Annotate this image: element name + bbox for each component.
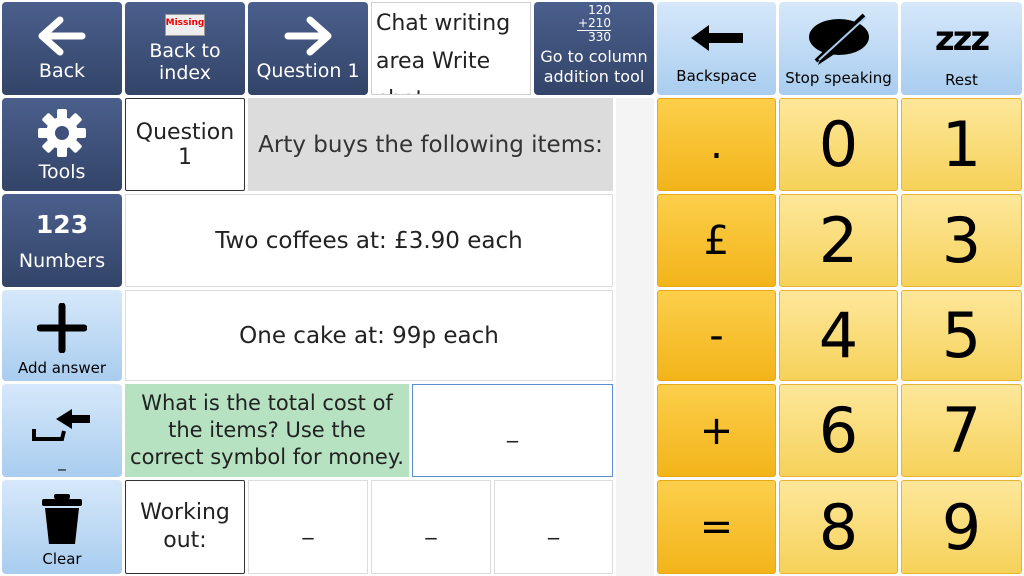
key-digit-6-label: 6 xyxy=(818,394,859,467)
key-equals[interactable]: = xyxy=(657,480,776,574)
key-digit-3-label: 3 xyxy=(941,204,982,277)
column-addition-tool-button[interactable]: 120 +210 330 Go to column addition tool xyxy=(534,2,654,95)
tools-button[interactable]: Tools xyxy=(2,98,122,191)
key-digit-2-label: 2 xyxy=(818,204,859,277)
add-answer-button[interactable]: Add answer xyxy=(2,290,122,381)
gear-icon xyxy=(38,108,86,157)
content-gutter xyxy=(616,98,654,576)
key-minus-label: - xyxy=(709,312,724,359)
working-cell-3[interactable]: _ xyxy=(494,480,613,574)
working-cell-3-value: _ xyxy=(548,514,559,540)
column-tool-line2: addition tool xyxy=(543,67,645,86)
question-intro-panel: Arty buys the following items: xyxy=(248,98,613,191)
backspace-arrow-icon xyxy=(690,24,743,51)
item2-panel: One cake at: 99p each xyxy=(125,290,613,381)
stop-speaking-label: Stop speaking xyxy=(785,68,892,87)
back-button[interactable]: Back xyxy=(2,2,122,95)
key-plus-label: + xyxy=(699,407,734,454)
key-digit-4-label: 4 xyxy=(818,299,859,372)
key-minus[interactable]: - xyxy=(657,290,776,381)
item1-text: Two coffees at: £3.90 each xyxy=(215,227,523,254)
back-to-index-button[interactable]: Missing Back to index xyxy=(125,2,245,95)
clear-button[interactable]: Clear xyxy=(2,480,122,574)
key-digit-1-label: 1 xyxy=(941,108,982,181)
item1-panel: Two coffees at: £3.90 each xyxy=(125,194,613,287)
chat-writing-area[interactable]: Chat writing area Write chat xyxy=(371,2,531,95)
rest-label: Rest xyxy=(945,70,978,89)
key-digit-7[interactable]: 7 xyxy=(901,384,1022,477)
key-digit-3[interactable]: 3 xyxy=(901,194,1022,287)
key-digit-5[interactable]: 5 xyxy=(901,290,1022,381)
answer-value: _ xyxy=(507,418,518,443)
key-digit-4[interactable]: 4 xyxy=(779,290,898,381)
question-number-label: Question 1 xyxy=(135,119,235,170)
arrow-right-icon xyxy=(284,16,332,55)
key-digit-0-label: 0 xyxy=(818,108,859,181)
key-decimal-point[interactable]: . xyxy=(657,98,776,191)
next-question-button[interactable]: Question 1 xyxy=(248,2,368,95)
key-digit-9-label: 9 xyxy=(941,490,982,564)
tools-label: Tools xyxy=(38,160,86,183)
key-pound-sign[interactable]: £ xyxy=(657,194,776,287)
item2-text: One cake at: 99p each xyxy=(239,322,499,349)
add-answer-label: Add answer xyxy=(18,358,106,377)
clear-label: Clear xyxy=(42,550,82,568)
back-to-index-line1: Back to xyxy=(149,39,221,62)
key-digit-7-label: 7 xyxy=(941,394,982,467)
numbers-label: Numbers xyxy=(18,249,106,272)
question-intro-text: Arty buys the following items: xyxy=(258,131,603,158)
stop-speaking-button[interactable]: Stop speaking xyxy=(779,2,898,95)
key-digit-1[interactable]: 1 xyxy=(901,98,1022,191)
trash-bin-icon xyxy=(42,494,82,544)
working-cell-2-value: _ xyxy=(425,514,437,540)
key-equals-label: = xyxy=(699,504,734,550)
key-digit-5-label: 5 xyxy=(941,299,982,372)
key-digit-9[interactable]: 9 xyxy=(901,480,1022,574)
column-sum-total: 330 xyxy=(588,30,611,44)
working-cell-1[interactable]: _ xyxy=(248,480,368,574)
backspace-label: Backspace xyxy=(676,66,757,85)
key-digit-0[interactable]: 0 xyxy=(779,98,898,191)
back-label: Back xyxy=(38,59,86,82)
plus-icon xyxy=(37,302,87,353)
working-cell-2[interactable]: _ xyxy=(371,480,491,574)
chat-area-text: Chat writing area Write chat xyxy=(376,11,511,94)
missing-image-icon: Missing xyxy=(165,13,205,36)
working-out-label: Working out: xyxy=(140,500,230,553)
stop-speaking-icon xyxy=(808,13,869,65)
back-to-index-line2: index xyxy=(159,61,211,84)
enter-button[interactable]: _ xyxy=(2,384,122,477)
enter-arrow-icon xyxy=(32,408,90,441)
question-prompt-panel: What is the total cost of the items? Use… xyxy=(125,384,409,477)
key-digit-8[interactable]: 8 xyxy=(779,480,898,574)
rest-zzz-icon: zzz xyxy=(934,18,990,59)
working-out-label-box: Working out: xyxy=(125,480,245,574)
missing-badge: Missing xyxy=(165,17,205,28)
key-pound-sign-label: £ xyxy=(703,217,730,264)
question-prompt-text: What is the total cost of the items? Use… xyxy=(130,391,404,469)
numbers-icon: 123 xyxy=(35,209,89,239)
enter-label: _ xyxy=(58,452,66,471)
key-digit-2[interactable]: 2 xyxy=(779,194,898,287)
rest-button[interactable]: zzz Rest xyxy=(901,2,1022,95)
backspace-button[interactable]: Backspace xyxy=(657,2,776,95)
column-tool-line1: Go to column xyxy=(540,47,648,66)
arrow-left-icon xyxy=(38,16,86,55)
key-decimal-point-label: . xyxy=(710,121,723,168)
answer-input-box[interactable]: _ xyxy=(412,384,613,477)
column-sum-b: +210 xyxy=(577,16,611,31)
key-digit-6[interactable]: 6 xyxy=(779,384,898,477)
numbers-button[interactable]: 123 Numbers xyxy=(2,194,122,287)
question-number-box: Question 1 xyxy=(125,98,245,191)
next-question-label: Question 1 xyxy=(256,59,360,82)
key-plus[interactable]: + xyxy=(657,384,776,477)
column-sum-icon: 120 +210 330 xyxy=(577,4,611,44)
key-digit-8-label: 8 xyxy=(818,490,859,564)
working-cell-1-value: _ xyxy=(302,514,314,540)
